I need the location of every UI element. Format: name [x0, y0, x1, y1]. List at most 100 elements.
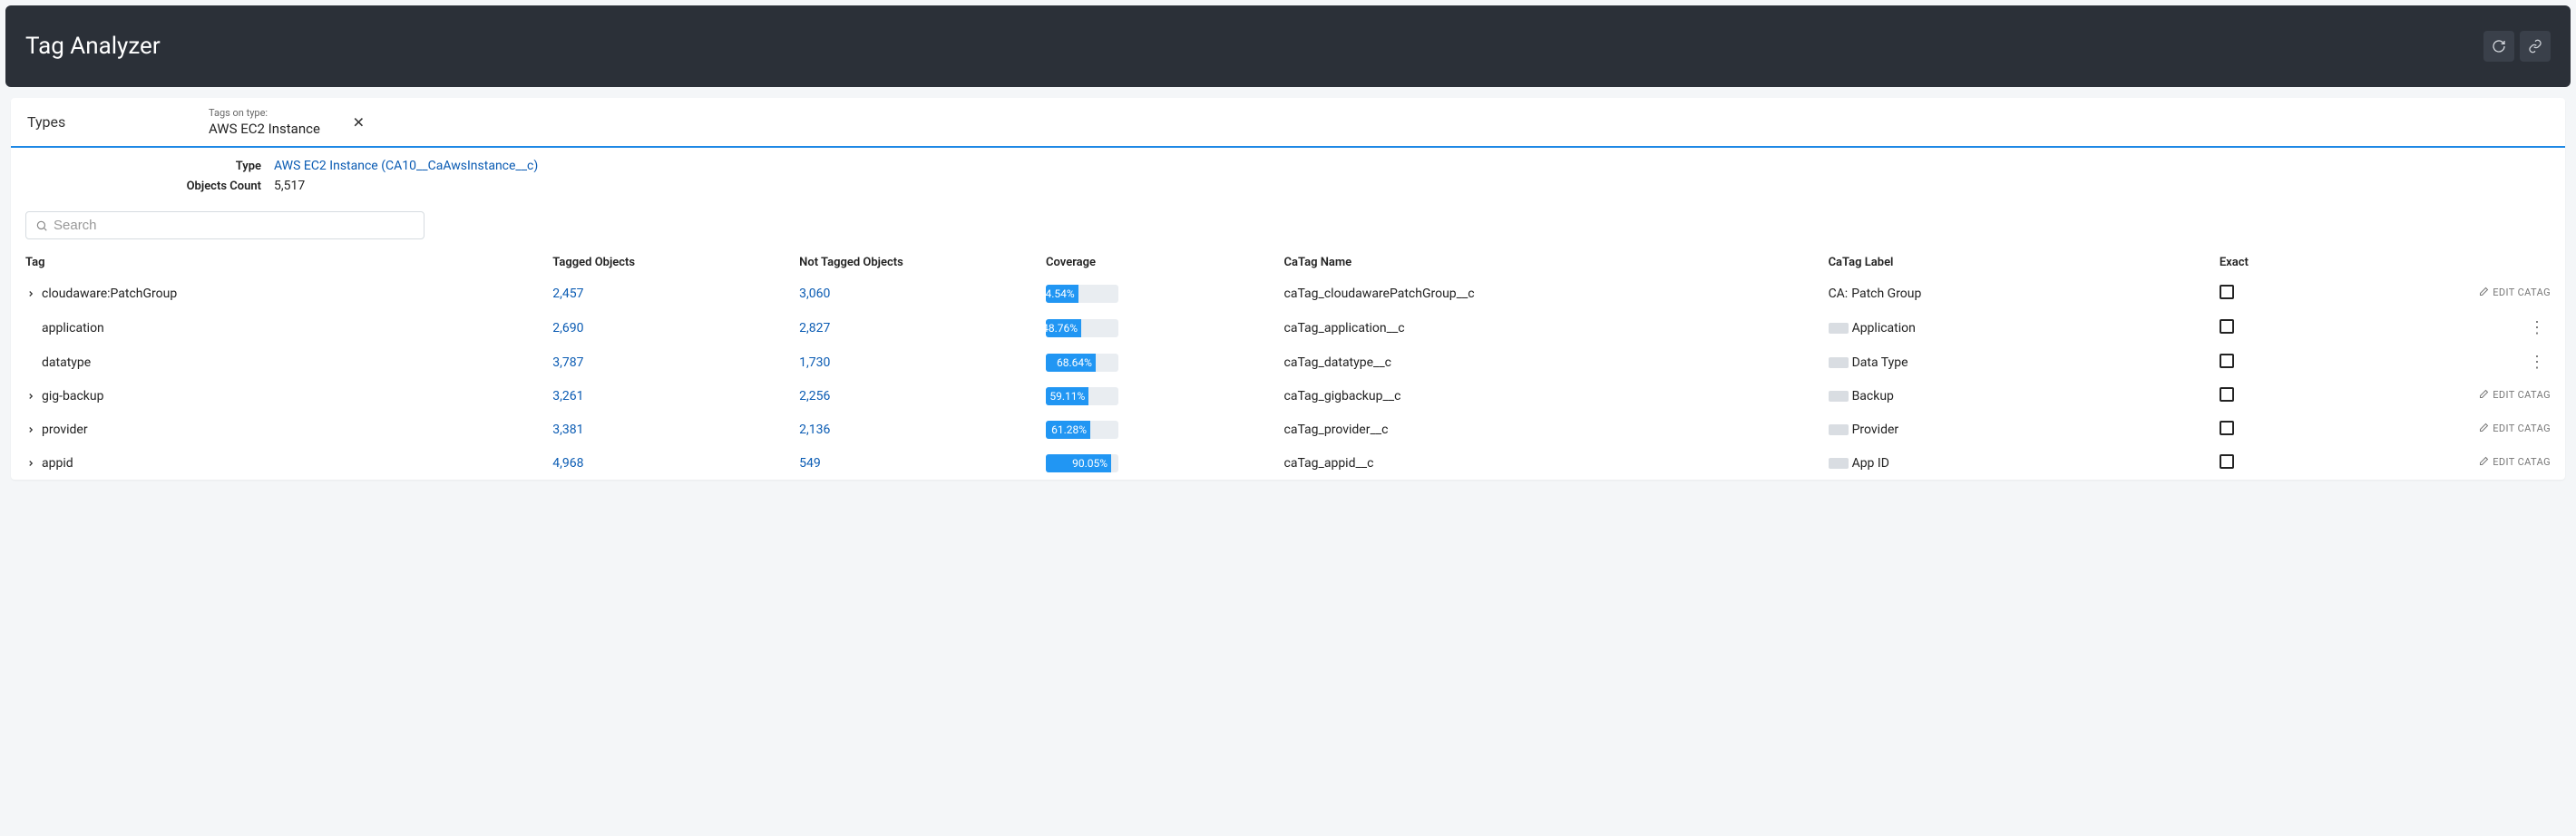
catag-name: caTag_cloudawarePatchGroup__c	[1284, 287, 1475, 301]
col-not-tagged[interactable]: Not Tagged Objects	[785, 248, 1031, 277]
edit-catag-label: EDIT CATAG	[2493, 456, 2551, 468]
tag-name: provider	[42, 423, 88, 437]
catag-name: caTag_provider__c	[1284, 423, 1389, 437]
page-title: Tag Analyzer	[25, 33, 161, 60]
not-tagged-count[interactable]: 1,730	[799, 355, 830, 370]
tag-name: cloudaware:PatchGroup	[42, 287, 177, 301]
search-icon	[35, 219, 48, 232]
exact-checkbox[interactable]	[2220, 387, 2234, 402]
exact-checkbox[interactable]	[2220, 285, 2234, 299]
link-icon	[2528, 39, 2542, 53]
chevron-right-icon[interactable]	[25, 391, 36, 402]
refresh-button[interactable]	[2483, 31, 2514, 62]
close-icon[interactable]: ✕	[353, 113, 365, 131]
refresh-icon	[2492, 39, 2506, 53]
redacted-prefix	[1829, 391, 1849, 402]
tab-tags-on-type[interactable]: Tags on type: AWS EC2 Instance ✕	[192, 98, 374, 146]
coverage-fill: 59.11%	[1046, 387, 1088, 405]
col-exact[interactable]: Exact	[2205, 248, 2376, 277]
not-tagged-count[interactable]: 3,060	[799, 287, 830, 301]
coverage-bar: 48.76%	[1046, 319, 1118, 337]
table-row: gig-backup 3,261 2,256 59.11% caTag_gigb…	[11, 380, 2565, 413]
row-menu-button[interactable]: ⋮	[2523, 318, 2551, 337]
meta-block: Type AWS EC2 Instance (CA10__CaAwsInstan…	[11, 148, 2565, 204]
not-tagged-count[interactable]: 549	[799, 456, 821, 471]
redacted-prefix	[1829, 357, 1849, 368]
edit-catag-label: EDIT CATAG	[2493, 287, 2551, 298]
coverage-bar: 68.64%	[1046, 354, 1118, 372]
col-catag-label[interactable]: CaTag Label	[1814, 248, 2205, 277]
exact-checkbox[interactable]	[2220, 454, 2234, 469]
redacted-prefix: CA:	[1829, 287, 1849, 301]
tab-types[interactable]: Types	[11, 98, 192, 146]
not-tagged-count[interactable]: 2,136	[799, 423, 830, 437]
not-tagged-count[interactable]: 2,256	[799, 389, 830, 403]
coverage-bar: 44.54%	[1046, 285, 1118, 303]
app-header: Tag Analyzer	[5, 5, 2571, 87]
main-panel: Types Tags on type: AWS EC2 Instance ✕ T…	[11, 98, 2565, 480]
coverage-fill: 68.64%	[1046, 354, 1096, 372]
tab-title: AWS EC2 Instance	[209, 121, 357, 137]
exact-checkbox[interactable]	[2220, 354, 2234, 368]
meta-type-label: Type	[29, 160, 274, 173]
tag-name: gig-backup	[42, 389, 103, 403]
col-tagged[interactable]: Tagged Objects	[538, 248, 785, 277]
not-tagged-count[interactable]: 2,827	[799, 321, 830, 335]
redacted-prefix	[1829, 323, 1849, 334]
exact-checkbox[interactable]	[2220, 421, 2234, 435]
pencil-icon	[2478, 456, 2489, 467]
chevron-right-icon[interactable]	[25, 288, 36, 299]
edit-catag-link[interactable]: EDIT CATAG	[2478, 456, 2551, 468]
coverage-bar: 61.28%	[1046, 421, 1118, 439]
row-menu-button[interactable]: ⋮	[2523, 353, 2551, 372]
exact-checkbox[interactable]	[2220, 319, 2234, 334]
link-button[interactable]	[2520, 31, 2551, 62]
coverage-fill: 48.76%	[1046, 319, 1081, 337]
col-coverage[interactable]: Coverage	[1031, 248, 1270, 277]
col-catag-name[interactable]: CaTag Name	[1270, 248, 1814, 277]
catag-label: Application	[1852, 321, 1916, 335]
tagged-count[interactable]: 4,968	[552, 456, 583, 471]
edit-catag-link[interactable]: EDIT CATAG	[2478, 389, 2551, 401]
edit-catag-link[interactable]: EDIT CATAG	[2478, 423, 2551, 434]
tagged-count[interactable]: 2,690	[552, 321, 583, 335]
chevron-right-icon[interactable]	[25, 424, 36, 435]
catag-name: caTag_gigbackup__c	[1284, 389, 1401, 403]
header-actions	[2483, 31, 2551, 62]
catag-label: Data Type	[1852, 355, 1908, 370]
tagged-count[interactable]: 2,457	[552, 287, 583, 301]
coverage-bar: 90.05%	[1046, 454, 1118, 472]
chevron-right-icon[interactable]	[25, 458, 36, 469]
coverage-fill: 90.05%	[1046, 454, 1111, 472]
table-row: provider 3,381 2,136 61.28% caTag_provid…	[11, 413, 2565, 447]
search-box[interactable]	[25, 211, 424, 239]
coverage-bar: 59.11%	[1046, 387, 1118, 405]
pencil-icon	[2478, 287, 2489, 297]
tags-table: Tag Tagged Objects Not Tagged Objects Co…	[11, 248, 2565, 480]
edit-catag-label: EDIT CATAG	[2493, 389, 2551, 401]
catag-label: App ID	[1852, 456, 1889, 471]
tag-name: application	[42, 321, 104, 335]
tab-types-label: Types	[27, 113, 65, 131]
coverage-fill: 44.54%	[1046, 285, 1078, 303]
catag-label: Patch Group	[1851, 287, 1921, 301]
tagged-count[interactable]: 3,261	[552, 389, 583, 403]
edit-catag-link[interactable]: EDIT CATAG	[2478, 287, 2551, 298]
col-tag[interactable]: Tag	[11, 248, 538, 277]
meta-count-value: 5,517	[274, 179, 305, 193]
search-input[interactable]	[54, 218, 415, 233]
tag-name: appid	[42, 456, 73, 471]
meta-type-value[interactable]: AWS EC2 Instance (CA10__CaAwsInstance__c…	[274, 159, 538, 173]
catag-name: caTag_application__c	[1284, 321, 1405, 335]
tagged-count[interactable]: 3,381	[552, 423, 583, 437]
redacted-prefix	[1829, 458, 1849, 469]
coverage-fill: 61.28%	[1046, 421, 1090, 439]
table-row: cloudaware:PatchGroup 2,457 3,060 44.54%…	[11, 277, 2565, 311]
table-row: appid 4,968 549 90.05% caTag_appid__c Ap…	[11, 447, 2565, 481]
catag-name: caTag_datatype__c	[1284, 355, 1391, 370]
edit-catag-label: EDIT CATAG	[2493, 423, 2551, 434]
catag-label: Backup	[1852, 389, 1894, 403]
catag-label: Provider	[1852, 423, 1899, 437]
catag-name: caTag_appid__c	[1284, 456, 1374, 471]
tagged-count[interactable]: 3,787	[552, 355, 583, 370]
